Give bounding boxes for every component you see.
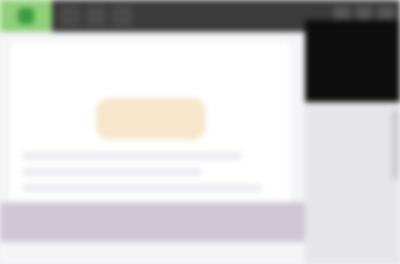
app-glyph-icon (18, 8, 34, 24)
app-icon[interactable] (0, 0, 52, 32)
tab-2[interactable] (86, 6, 106, 26)
content-card (10, 42, 290, 227)
tab-1[interactable] (60, 6, 80, 26)
tab-strip (60, 6, 132, 28)
text-line (22, 152, 242, 160)
highlight-block (96, 98, 206, 140)
scrollbar[interactable] (392, 110, 398, 180)
text-line (22, 168, 202, 176)
text-line (22, 184, 262, 192)
dark-preview-panel (305, 20, 400, 102)
footer-band (0, 202, 305, 242)
tab-3[interactable] (112, 6, 132, 26)
main-content (0, 32, 305, 264)
header-area (22, 54, 278, 94)
right-sidebar (305, 102, 400, 264)
